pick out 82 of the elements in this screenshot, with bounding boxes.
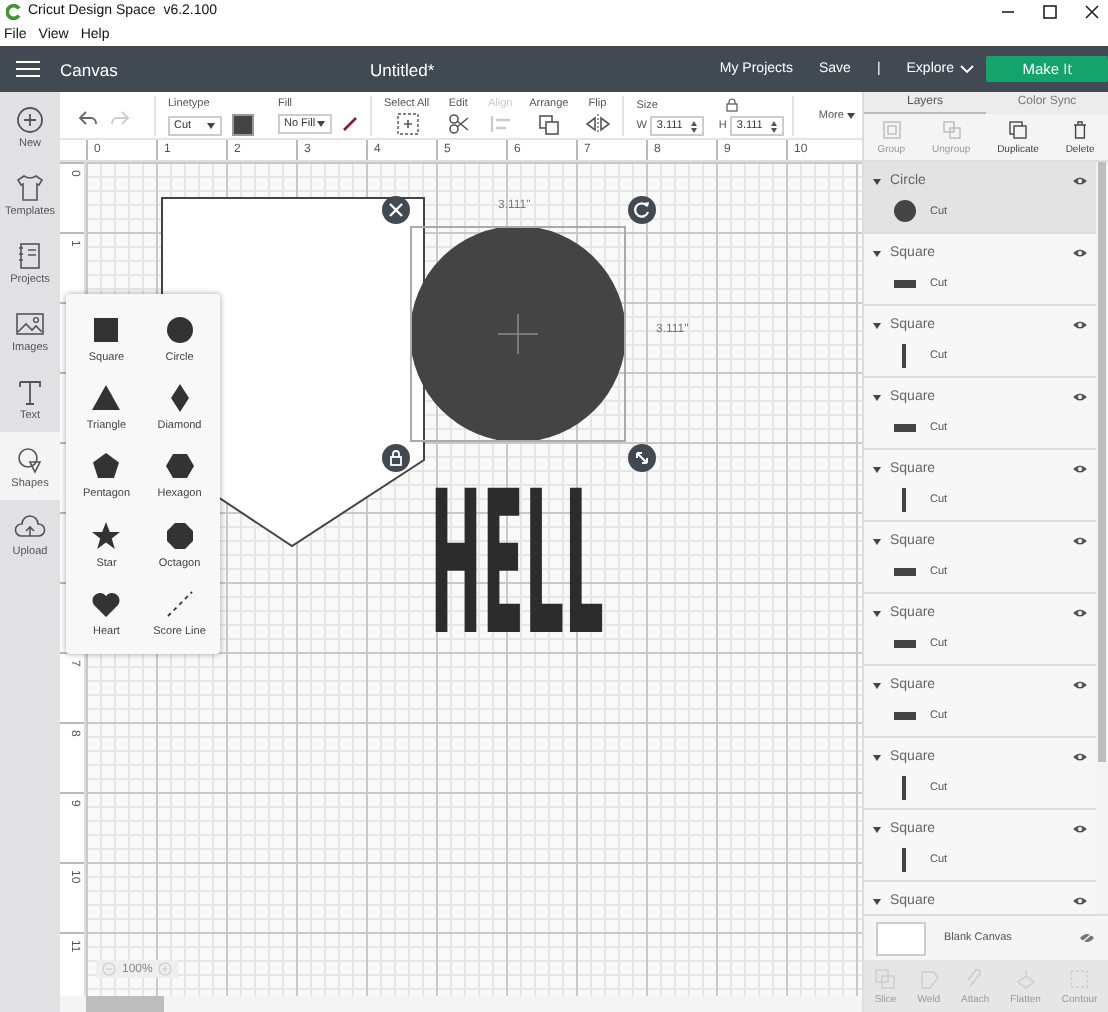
expand-caret-icon[interactable]	[872, 897, 882, 905]
shapes-icon	[14, 443, 46, 475]
expand-caret-icon[interactable]	[872, 465, 882, 473]
scrollbar-thumb[interactable]	[86, 996, 164, 1012]
chevron-down-icon[interactable]	[960, 64, 974, 74]
rectangle-thumbnail	[893, 423, 915, 431]
pen-icon[interactable]	[342, 116, 358, 132]
image-icon	[14, 307, 46, 339]
spinner-icon[interactable]	[770, 119, 779, 133]
maximize-icon[interactable]	[1042, 3, 1058, 19]
eye-icon[interactable]	[1072, 536, 1088, 546]
contour-icon	[1068, 967, 1091, 989]
menu-icon[interactable]	[16, 60, 40, 78]
expand-caret-icon[interactable]	[872, 249, 882, 257]
color-swatch[interactable]	[232, 114, 254, 136]
circle-thumbnail	[893, 200, 915, 222]
rectangle-thumbnail	[893, 279, 915, 287]
section-title: Canvas	[60, 59, 120, 79]
expand-caret-icon[interactable]	[872, 681, 882, 689]
paperclip-icon	[964, 967, 987, 989]
document-title: Untitled*	[370, 59, 435, 79]
expand-caret-icon[interactable]	[872, 393, 882, 401]
eye-icon[interactable]	[1072, 752, 1088, 762]
octagon-icon	[163, 519, 196, 552]
eye-icon[interactable]	[1072, 176, 1088, 186]
close-icon[interactable]	[1084, 3, 1100, 19]
hexagon-icon	[163, 450, 196, 483]
lock-icon[interactable]	[725, 98, 738, 112]
rectangle-thumbnail	[893, 711, 915, 719]
expand-caret-icon[interactable]	[872, 177, 882, 185]
square-icon	[90, 313, 123, 346]
eye-icon[interactable]	[1072, 608, 1088, 618]
ungroup-icon	[941, 119, 962, 139]
star-icon	[90, 519, 123, 552]
eye-icon[interactable]	[1072, 680, 1088, 690]
circle-icon	[163, 313, 196, 346]
flip-icon	[584, 112, 611, 136]
logo-icon	[6, 3, 22, 19]
caret-down-icon[interactable]	[316, 120, 326, 128]
eye-icon[interactable]	[1072, 392, 1088, 402]
weld-icon	[917, 967, 940, 989]
rectangle-thumbnail	[893, 567, 915, 575]
notebook-icon	[14, 239, 46, 271]
group-icon	[881, 119, 902, 139]
slice-icon	[874, 967, 897, 989]
flatten-icon	[1014, 967, 1037, 989]
cloud-upload-icon	[14, 511, 46, 543]
align-icon	[487, 112, 514, 136]
pentagon-icon	[90, 450, 123, 483]
eye-icon[interactable]	[1072, 824, 1088, 834]
eye-icon[interactable]	[1072, 248, 1088, 258]
close-icon[interactable]	[382, 196, 410, 224]
scrollbar-thumb[interactable]	[1098, 162, 1106, 762]
expand-caret-icon[interactable]	[872, 609, 882, 617]
canvas-text[interactable]: HELL	[430, 466, 604, 664]
trash-icon	[1070, 119, 1091, 139]
rectangle-thumbnail	[893, 639, 915, 647]
eye-icon[interactable]	[1072, 320, 1088, 330]
eye-icon[interactable]	[1072, 896, 1088, 906]
plus-circle-icon	[14, 103, 46, 135]
canvas-thumbnail	[876, 921, 926, 955]
shirt-icon	[14, 171, 46, 203]
expand-caret-icon[interactable]	[872, 537, 882, 545]
spinner-icon[interactable]	[690, 119, 699, 133]
caret-down-icon[interactable]	[206, 121, 216, 129]
expand-caret-icon[interactable]	[872, 753, 882, 761]
dashed-line-icon	[163, 588, 196, 621]
rotate-icon[interactable]	[628, 196, 656, 224]
caret-down-icon[interactable]	[845, 112, 856, 120]
lock-icon[interactable]	[382, 444, 410, 472]
undo-icon[interactable]	[78, 110, 98, 126]
plus-square-icon	[393, 112, 420, 136]
heart-icon	[90, 588, 123, 621]
duplicate-icon	[1007, 119, 1028, 139]
expand-caret-icon[interactable]	[872, 321, 882, 329]
hide-icon[interactable]	[1078, 930, 1096, 946]
resize-icon[interactable]	[628, 444, 656, 472]
triangle-icon	[90, 382, 123, 415]
scissors-icon	[445, 112, 472, 136]
eye-icon[interactable]	[1072, 464, 1088, 474]
expand-caret-icon[interactable]	[872, 825, 882, 833]
text-icon	[14, 375, 46, 407]
